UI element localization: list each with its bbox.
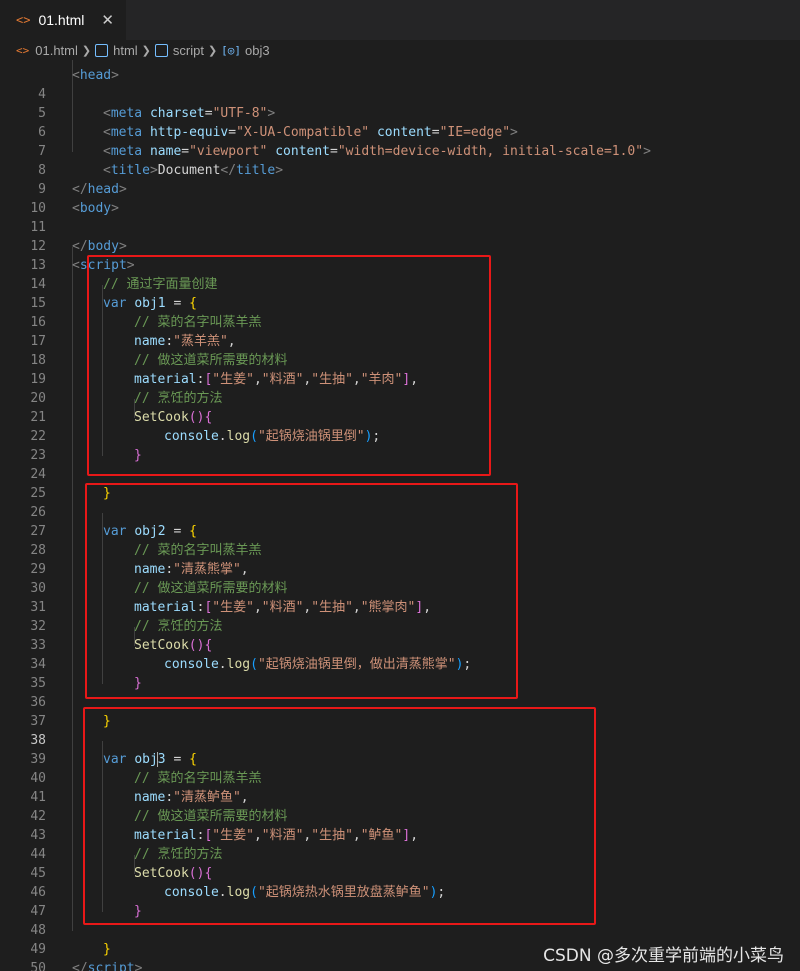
html-code-icon: <> <box>16 13 31 27</box>
tab-bar: <> 01.html ✕ <box>0 0 800 40</box>
variable-icon: [◎] <box>221 43 242 57</box>
chevron-right-icon: ❯ <box>81 44 92 57</box>
code-line: 6 <meta name="viewport" content="width=d… <box>0 104 800 159</box>
annotation-box-obj2 <box>85 483 518 699</box>
chevron-right-icon: ❯ <box>141 44 151 57</box>
breadcrumb: <> 01.html ❯ html ❯ script ❯ [◎] obj3 <box>0 40 800 60</box>
code-line: 9 <body> <box>0 161 800 216</box>
cube-icon <box>95 43 109 57</box>
breadcrumb-variable[interactable]: obj3 <box>245 43 270 58</box>
close-icon[interactable]: ✕ <box>101 11 114 29</box>
tab-title: 01.html <box>38 12 85 28</box>
code-line: 10 <box>0 180 800 216</box>
code-line: 5 <meta http-equiv="X-UA-Compatible" con… <box>0 85 800 140</box>
code-line: 11 </body> <box>0 199 800 254</box>
breadcrumb-html[interactable]: html <box>113 43 138 58</box>
code-line: 13 // 通过字面量创建 <box>0 237 800 292</box>
code-line: 8 </head> <box>0 142 800 197</box>
code-line: 12 <script> <box>0 218 800 273</box>
breadcrumb-file[interactable]: 01.html <box>35 43 78 58</box>
code-line: 7 <title>Document</title> <box>0 123 800 178</box>
annotation-box-obj1 <box>87 255 491 476</box>
chevron-right-icon: ❯ <box>207 44 218 57</box>
breadcrumb-script[interactable]: script <box>173 43 204 58</box>
code-line: 4 <meta charset="UTF-8"> <box>0 66 800 121</box>
cube-icon <box>154 43 168 57</box>
annotation-box-obj3 <box>83 707 596 925</box>
html-file-icon: <> <box>16 43 30 57</box>
tab-01-html[interactable]: <> 01.html ✕ <box>0 0 126 40</box>
watermark: CSDN @多次重学前端的小菜鸟 <box>543 946 784 966</box>
